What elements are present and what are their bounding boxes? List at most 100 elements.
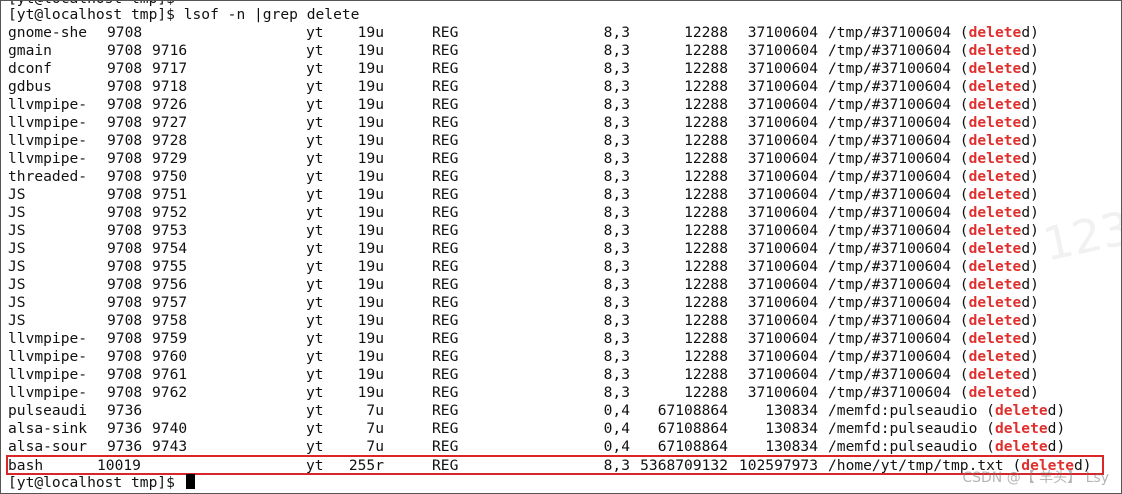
row-tid: 9750 <box>152 168 188 185</box>
row-size: 12288 <box>684 330 728 347</box>
row-name: /tmp/#37100604 (deleted) <box>828 384 1039 402</box>
row-command: gnome-she <box>8 24 88 41</box>
row-name-path: /memfd:pulseaudio ( <box>828 438 995 455</box>
row-name: /tmp/#37100604 (deleted) <box>828 240 1039 258</box>
row-type: REG <box>432 276 459 293</box>
row-type: REG <box>432 438 459 455</box>
row-type: REG <box>432 168 459 185</box>
row-fd: 19u <box>357 276 384 293</box>
row-type: REG <box>432 457 459 474</box>
row-name-path: /tmp/#37100604 ( <box>828 312 969 329</box>
row-type: REG <box>432 402 459 419</box>
row-device: 8,3 <box>603 114 630 131</box>
row-size: 12288 <box>684 42 728 59</box>
row-tid: 9754 <box>152 240 188 257</box>
row-device: 8,3 <box>603 132 630 149</box>
row-device: 8,3 <box>603 150 630 167</box>
row-user: yt <box>306 78 324 95</box>
row-node: 37100604 <box>747 168 818 185</box>
row-device: 8,3 <box>603 78 630 95</box>
row-tid: 9757 <box>152 294 188 311</box>
row-node: 130834 <box>765 420 818 437</box>
deleted-keyword: delete <box>968 24 1022 41</box>
csdn-watermark: CSDN @【 羊头】 Lsy <box>962 470 1109 486</box>
row-name-suffix: d) <box>1021 168 1039 185</box>
row-name-path: /tmp/#37100604 ( <box>828 240 969 257</box>
row-user: yt <box>306 402 324 419</box>
row-name-path: /tmp/#37100604 ( <box>828 222 969 239</box>
row-pid: 9708 <box>107 222 143 239</box>
row-name-suffix: d) <box>1021 42 1039 59</box>
row-node: 130834 <box>765 402 818 419</box>
row-node: 37100604 <box>747 114 818 131</box>
row-size: 12288 <box>684 186 728 203</box>
row-command: bash <box>8 457 44 474</box>
row-user: yt <box>306 438 324 455</box>
row-command: JS <box>8 186 26 203</box>
row-fd: 19u <box>357 222 384 239</box>
deleted-keyword: delete <box>968 276 1022 293</box>
row-pid: 9708 <box>107 42 143 59</box>
row-tid: 9759 <box>152 330 188 347</box>
row-tid: 9755 <box>152 258 188 275</box>
row-user: yt <box>306 384 324 401</box>
row-size: 12288 <box>684 132 728 149</box>
row-node: 102597973 <box>738 457 818 474</box>
row-size: 12288 <box>684 312 728 329</box>
terminal-window[interactable]: 123 [yt@localhost tmp]$ [yt@localhost tm… <box>0 0 1122 494</box>
deleted-keyword: delete <box>968 168 1022 185</box>
row-name-path: /tmp/#37100604 ( <box>828 186 969 203</box>
row-user: yt <box>306 240 324 257</box>
row-type: REG <box>432 384 459 401</box>
row-type: REG <box>432 204 459 221</box>
row-name-suffix: d) <box>1021 276 1039 293</box>
row-node: 37100604 <box>747 366 818 383</box>
row-type: REG <box>432 24 459 41</box>
row-name: /tmp/#37100604 (deleted) <box>828 60 1039 78</box>
row-device: 0,4 <box>603 438 630 455</box>
row-node: 37100604 <box>747 96 818 113</box>
deleted-keyword: delete <box>968 258 1022 275</box>
row-size: 12288 <box>684 204 728 221</box>
row-name: /memfd:pulseaudio (deleted) <box>828 438 1065 456</box>
row-tid: 9761 <box>152 366 188 383</box>
row-size: 12288 <box>684 24 728 41</box>
row-pid: 9708 <box>107 240 143 257</box>
row-type: REG <box>432 294 459 311</box>
row-command: llvmpipe- <box>8 96 88 113</box>
row-node: 37100604 <box>747 42 818 59</box>
row-command: alsa-sour <box>8 438 88 455</box>
row-name: /tmp/#37100604 (deleted) <box>828 150 1039 168</box>
row-pid: 9708 <box>107 186 143 203</box>
row-type: REG <box>432 42 459 59</box>
row-tid: 9726 <box>152 96 188 113</box>
row-name-suffix: d) <box>1021 366 1039 383</box>
row-pid: 9708 <box>107 150 143 167</box>
row-device: 8,3 <box>603 240 630 257</box>
row-name: /tmp/#37100604 (deleted) <box>828 78 1039 96</box>
row-name-path: /tmp/#37100604 ( <box>828 330 969 347</box>
row-tid: 9718 <box>152 78 188 95</box>
row-command: pulseaudi <box>8 402 88 419</box>
row-name-path: /tmp/#37100604 ( <box>828 42 969 59</box>
row-fd: 19u <box>357 150 384 167</box>
final-prompt-line[interactable]: [yt@localhost tmp]$ <box>8 474 195 492</box>
row-command: llvmpipe- <box>8 330 88 347</box>
row-pid: 9708 <box>107 258 143 275</box>
row-command: alsa-sink <box>8 420 88 437</box>
row-device: 0,4 <box>603 420 630 437</box>
row-type: REG <box>432 222 459 239</box>
row-name-path: /tmp/#37100604 ( <box>828 258 969 275</box>
row-node: 37100604 <box>747 78 818 95</box>
row-pid: 9708 <box>107 114 143 131</box>
row-user: yt <box>306 42 324 59</box>
row-command: llvmpipe- <box>8 114 88 131</box>
row-device: 8,3 <box>603 276 630 293</box>
row-node: 37100604 <box>747 258 818 275</box>
row-name-path: /tmp/#37100604 ( <box>828 96 969 113</box>
deleted-keyword: delete <box>968 132 1022 149</box>
row-tid: 9753 <box>152 222 188 239</box>
row-user: yt <box>306 186 324 203</box>
row-size: 12288 <box>684 294 728 311</box>
row-pid: 9708 <box>107 348 143 365</box>
